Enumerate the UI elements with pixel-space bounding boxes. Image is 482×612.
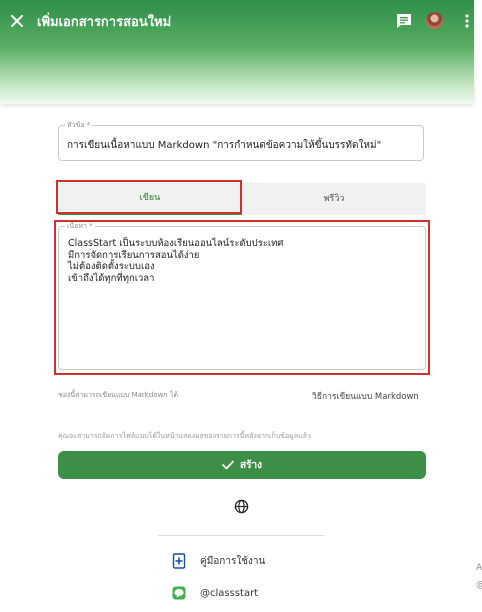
attachments-note: คุณจะสามารถจัดการไฟล์แนบได้ในหน้าแสดงผลข…	[58, 432, 311, 440]
book-plus-icon	[172, 553, 186, 569]
tab-write[interactable]: เขียน	[58, 183, 242, 215]
markdown-help-link[interactable]: วิธีการเขียนแบบ Markdown	[312, 389, 419, 403]
tab-preview[interactable]: พรีวิว	[242, 183, 426, 215]
title-input[interactable]: การเขียนเนื้อหาแบบ Markdown "การกำหนดข้อ…	[67, 138, 381, 153]
close-icon[interactable]	[8, 12, 26, 30]
markdown-hint: ช่องนี้สามารถเขียนแบบ Markdown ได้	[58, 391, 179, 399]
content-line: ไม่ต้องติดตั้งระบบเอง	[68, 261, 155, 272]
title-field[interactable]: หัวข้อ * การเขียนเนื้อหาแบบ Markdown "กา…	[58, 120, 424, 161]
content-line: เข้าถึงได้ทุกที่ทุกเวลา	[68, 272, 155, 284]
content-line: ClassStart เป็นระบบห้องเรียนออนไลน์ระดับ…	[68, 238, 284, 249]
line-account-label: @classstart	[200, 587, 259, 599]
check-icon	[222, 460, 234, 470]
page-title: เพิ่มเอกสารการสอนใหม่	[37, 15, 172, 30]
title-field-label: หัวข้อ *	[65, 120, 93, 130]
create-button[interactable]: สร้าง	[58, 451, 426, 479]
more-vert-icon[interactable]	[460, 12, 474, 30]
avatar[interactable]	[426, 12, 443, 29]
edge-fragment: @	[476, 580, 482, 590]
line-account-link[interactable]: @classstart	[172, 586, 258, 600]
edge-fragment: A	[476, 563, 482, 573]
content-field-label: เนื้อหา *	[65, 221, 95, 231]
content-text[interactable]: ClassStart เป็นระบบห้องเรียนออนไลน์ระดับ…	[68, 238, 283, 284]
user-guide-link[interactable]: คู่มือการใช้งาน	[172, 553, 265, 569]
editor-tabs: เขียน พรีวิว	[58, 183, 426, 215]
content-textarea[interactable]: เนื้อหา * ClassStart เป็นระบบห้องเรียนออ…	[58, 221, 426, 370]
content-line: มีการจัดการเรียนการสอนได้ง่าย	[68, 249, 200, 261]
create-button-label: สร้าง	[240, 459, 262, 471]
footer-divider	[158, 535, 324, 536]
globe-icon[interactable]	[234, 499, 249, 514]
chat-icon[interactable]	[395, 12, 413, 30]
line-icon	[172, 586, 186, 600]
app-header: เพิ่มเอกสารการสอนใหม่	[0, 0, 474, 104]
user-guide-label: คู่มือการใช้งาน	[200, 555, 266, 567]
